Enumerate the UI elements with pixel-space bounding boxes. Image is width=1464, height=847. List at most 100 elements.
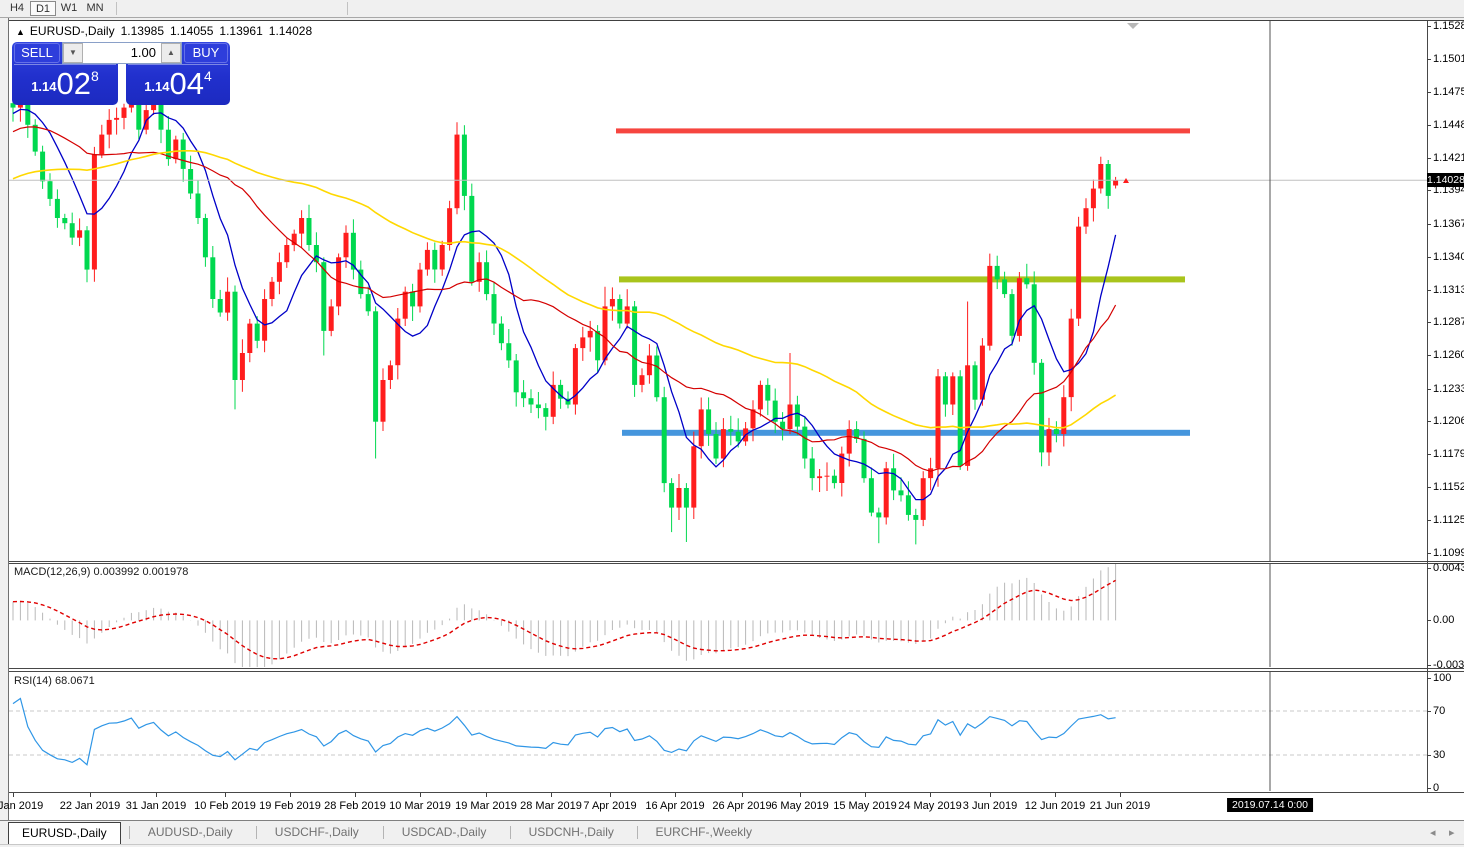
macd-axis-label: -0.00371 — [1433, 659, 1464, 671]
moving-average-line — [13, 151, 1116, 428]
date-axis[interactable]: 13 Jan 201922 Jan 201931 Jan 201910 Feb … — [9, 793, 1464, 820]
macd-signal-line — [13, 580, 1116, 658]
ask-pip-digit: 4 — [204, 68, 212, 84]
price-axis-label: 1.11255 — [1433, 514, 1464, 526]
price-axis-label-tick — [1427, 389, 1431, 390]
ask-price: 1.14044 — [126, 66, 230, 104]
sell-button[interactable]: SELL — [14, 43, 60, 63]
tab-audusd-daily[interactable]: AUDUSD-,Daily — [135, 822, 246, 844]
tab-separator — [256, 826, 257, 839]
volume-increase-button[interactable]: ▲ — [161, 43, 181, 63]
rsi-axis-label-tick — [1427, 678, 1431, 679]
timeframe-toolbar: H4D1W1MN — [0, 0, 1464, 18]
rsi-axis-label: 100 — [1433, 672, 1451, 684]
price-axis-label-tick — [1427, 257, 1431, 258]
panel-splitter[interactable] — [9, 561, 1464, 562]
rsi-label: RSI(14) 68.0671 — [14, 675, 95, 687]
bid-big-digits: 02 — [57, 66, 91, 101]
close-value: 1.14028 — [269, 24, 312, 38]
date-tick — [610, 793, 611, 797]
timeframe-button-w1[interactable]: W1 — [56, 1, 82, 16]
chart-title: ▲EURUSD-,Daily1.139851.140551.139611.140… — [16, 24, 312, 38]
bid-pip-digit: 8 — [91, 68, 99, 84]
tab-separator — [383, 826, 384, 839]
date-tick — [1055, 793, 1056, 797]
moving-average-line — [13, 109, 1116, 499]
price-axis-label: 1.13405 — [1433, 251, 1464, 263]
price-axis-label-tick — [1427, 158, 1431, 159]
buy-button[interactable]: BUY — [184, 43, 228, 63]
price-axis-label: 1.15285 — [1433, 20, 1464, 32]
price-axis-label-tick — [1427, 553, 1431, 554]
date-axis-label: 22 Jan 2019 — [60, 800, 121, 812]
date-axis-label: 24 May 2019 — [898, 800, 962, 812]
date-axis-label: 10 Mar 2019 — [389, 800, 451, 812]
timeframe-button-h4[interactable]: H4 — [4, 1, 30, 16]
price-axis-label-tick — [1427, 26, 1431, 27]
date-axis-label: 28 Feb 2019 — [324, 800, 386, 812]
tab-eurchf-weekly[interactable]: EURCHF-,Weekly — [643, 822, 765, 844]
tab-usdchf-daily[interactable]: USDCHF-,Daily — [262, 822, 372, 844]
price-axis-label-tick — [1427, 92, 1431, 93]
macd-label: MACD(12,26,9) 0.003992 0.001978 — [14, 566, 188, 578]
price-axis-label-tick — [1427, 520, 1431, 521]
low-value: 1.13961 — [219, 24, 262, 38]
date-axis-label: 21 Jun 2019 — [1090, 800, 1151, 812]
date-tick — [675, 793, 676, 797]
date-tick — [90, 793, 91, 797]
tabs-scroll-left-icon[interactable]: ◂ — [1430, 826, 1436, 839]
date-tick — [420, 793, 421, 797]
tabs-scroll-right-icon[interactable]: ▸ — [1449, 826, 1455, 839]
volume-decrease-button[interactable]: ▼ — [63, 43, 83, 63]
tab-usdcad-daily[interactable]: USDCAD-,Daily — [389, 822, 500, 844]
current-price-tag: 1.14028 — [1427, 173, 1464, 187]
object-hline — [619, 276, 1185, 282]
timeframe-button-d1[interactable]: D1 — [30, 1, 56, 16]
ask-prefix: 1.14 — [144, 79, 169, 94]
date-tick — [930, 793, 931, 797]
volume-control: ▼ 1.00 ▲ — [62, 42, 182, 64]
volume-input[interactable]: 1.00 — [83, 43, 161, 63]
date-axis-label: 16 Apr 2019 — [645, 800, 704, 812]
tab-eurusd-daily[interactable]: EURUSD-,Daily — [8, 822, 121, 844]
price-axis-label: 1.11795 — [1433, 448, 1464, 460]
price-axis-label: 1.10990 — [1433, 547, 1464, 559]
rsi-axis-label-tick — [1427, 711, 1431, 712]
window-left-frame — [0, 18, 9, 820]
rsi-value: 68.0671 — [55, 675, 95, 687]
rsi-axis-label-tick — [1427, 755, 1431, 756]
panel-splitter[interactable] — [9, 668, 1464, 669]
date-tick — [1120, 793, 1121, 797]
price-axis-label-tick — [1427, 290, 1431, 291]
macd-signal-value: 0.001978 — [142, 566, 188, 578]
date-tick — [551, 793, 552, 797]
bid-prefix: 1.14 — [31, 79, 56, 94]
tab-separator — [637, 826, 638, 839]
price-axis-label-tick — [1427, 224, 1431, 225]
terminal-window: H4D1W1MN ▲EURUSD-,Daily1.139851.140551.1… — [0, 0, 1464, 847]
price-axis-label: 1.12600 — [1433, 349, 1464, 361]
tab-usdcnh-daily[interactable]: USDCNH-,Daily — [516, 822, 627, 844]
chart-shift-marker-icon — [1127, 23, 1139, 29]
toolbar-separator — [347, 2, 348, 15]
date-tick — [13, 793, 14, 797]
tab-separator — [129, 826, 130, 839]
price-axis-label: 1.11525 — [1433, 481, 1464, 493]
open-value: 1.13985 — [121, 24, 164, 38]
date-tick — [225, 793, 226, 797]
symbol-triangle-icon: ▲ — [16, 27, 25, 37]
price-axis-label: 1.12330 — [1433, 383, 1464, 395]
macd-axis-label-tick — [1427, 665, 1431, 666]
rsi-name: RSI(14) — [14, 675, 52, 687]
price-axis-separator — [1427, 21, 1428, 792]
timeframe-button-mn[interactable]: MN — [82, 1, 108, 16]
date-tick — [865, 793, 866, 797]
date-axis-label: 15 May 2019 — [833, 800, 897, 812]
date-axis-label: 31 Jan 2019 — [126, 800, 187, 812]
price-axis-label: 1.14480 — [1433, 119, 1464, 131]
rsi-axis-label: 70 — [1433, 705, 1445, 717]
macd-canvas[interactable] — [9, 564, 1427, 667]
rsi-canvas[interactable] — [9, 672, 1427, 791]
macd-axis-label: 0.004359 — [1433, 562, 1464, 574]
panel-splitter — [9, 563, 1464, 564]
